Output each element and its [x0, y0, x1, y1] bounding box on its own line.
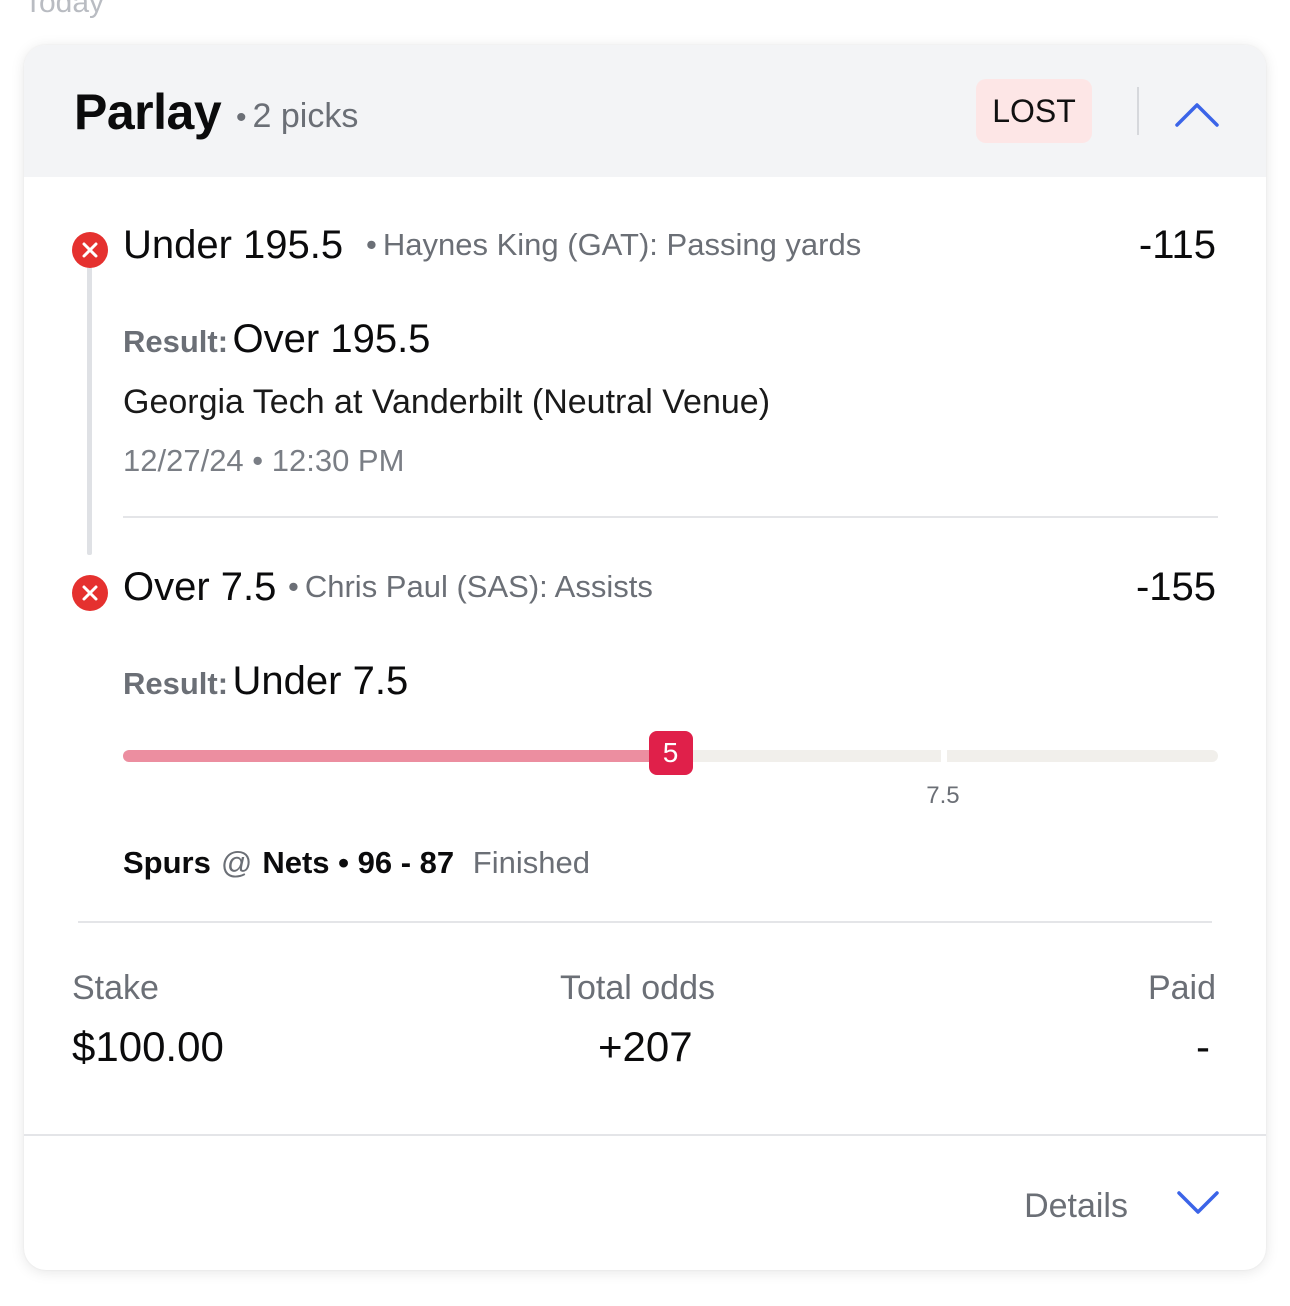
pick-odds: -115 — [1138, 223, 1216, 267]
home-team: Nets — [262, 845, 330, 880]
game-score: Spurs @ Nets • 96 - 87 Finished — [123, 845, 590, 881]
status-badge: LOST — [976, 79, 1092, 143]
pick-selection: Under 195.5 — [123, 223, 344, 267]
bet-card-header[interactable]: Parlay • 2 picks LOST — [24, 45, 1266, 177]
progress-fill — [123, 750, 671, 762]
divider — [78, 921, 1212, 923]
game-status: Finished — [472, 845, 590, 880]
pick-result: Result: Over 195.5 — [123, 317, 430, 362]
line-value-label: 7.5 — [926, 782, 960, 809]
details-button[interactable]: Details — [1024, 1187, 1128, 1226]
bet-card: Parlay • 2 picks LOST Under 195.5 • Haynes… — [24, 45, 1266, 1270]
pick-market: • Chris Paul (SAS): Assists — [288, 569, 653, 604]
header-divider — [1137, 87, 1139, 135]
result-value: Under 7.5 — [232, 659, 409, 703]
x-circle-icon — [72, 232, 108, 268]
line-marker — [941, 744, 948, 768]
total-odds-value: +207 — [598, 1023, 693, 1070]
score-value: • 96 - 87 — [338, 845, 455, 880]
current-value-badge: 5 — [648, 731, 693, 775]
stake-label: Stake — [72, 969, 159, 1007]
divider — [24, 1134, 1266, 1136]
event-datetime: 12/27/24 • 12:30 PM — [123, 443, 405, 478]
picks-timeline — [87, 263, 92, 555]
section-label: Today — [24, 0, 105, 19]
away-team: Spurs — [123, 845, 211, 880]
bet-type: Parlay — [74, 84, 222, 140]
pick-selection: Over 7.5 — [123, 565, 277, 609]
divider — [123, 516, 1218, 518]
chevron-down-icon[interactable] — [1176, 1190, 1220, 1216]
chevron-up-icon[interactable] — [1174, 100, 1220, 128]
total-odds-label: Total odds — [560, 969, 715, 1007]
paid-value: - — [1196, 1023, 1210, 1070]
result-label: Result: — [123, 666, 229, 701]
result-value: Over 195.5 — [232, 317, 431, 361]
event-name: Georgia Tech at Vanderbilt (Neutral Venu… — [123, 383, 771, 421]
result-label: Result: — [123, 324, 229, 359]
stat-progress-bar: 5 — [123, 731, 1218, 775]
pick-result: Result: Under 7.5 — [123, 659, 408, 704]
picks-count: • 2 picks — [236, 97, 359, 135]
stake-value: $100.00 — [72, 1023, 224, 1070]
pick-odds: -155 — [1135, 565, 1216, 609]
pick-market: • Haynes King (GAT): Passing yards — [366, 227, 862, 262]
paid-label: Paid — [1147, 969, 1216, 1007]
at-symbol: @ — [220, 845, 253, 880]
x-circle-icon — [72, 575, 108, 611]
